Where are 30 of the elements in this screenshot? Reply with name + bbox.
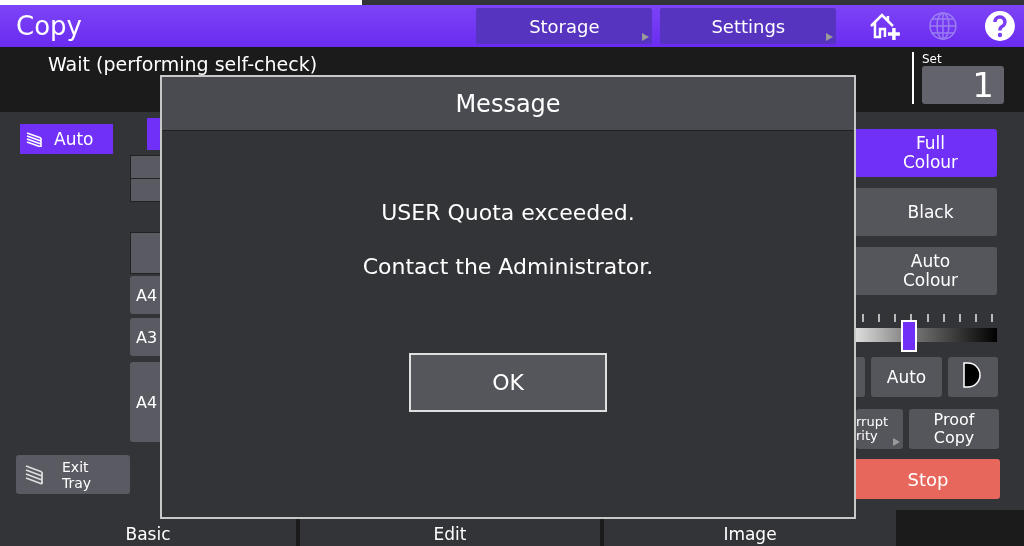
colour-mode-button[interactable]: Full Colour xyxy=(856,129,997,177)
auto-density-button[interactable]: Auto xyxy=(871,357,942,397)
message-text: USER Quota exceeded. xyxy=(381,199,635,227)
slider-thumb[interactable] xyxy=(900,320,917,352)
colour-mode-button[interactable]: Auto Colour xyxy=(856,247,997,295)
triangle-icon xyxy=(893,438,900,446)
option-button[interactable] xyxy=(130,232,162,274)
half-moon-icon xyxy=(962,361,984,389)
paper-size-button[interactable]: A4 xyxy=(130,276,160,314)
option-button[interactable] xyxy=(130,178,162,202)
set-label: Set xyxy=(922,52,943,66)
status-message: Wait (performing self-check) xyxy=(48,53,318,77)
copy-count-field[interactable]: 1 xyxy=(922,66,1004,104)
interrupt-button[interactable]: rrupt rity xyxy=(856,409,903,449)
colour-mode-button[interactable]: Black xyxy=(856,188,997,236)
option-button[interactable] xyxy=(130,155,162,179)
auto-tray-button[interactable]: Auto xyxy=(20,124,113,154)
darker-button[interactable] xyxy=(948,357,998,397)
proof-copy-button[interactable]: Proof Copy xyxy=(909,409,999,449)
message-text: Contact the Administrator. xyxy=(362,253,654,281)
paper-size-button[interactable]: A3 xyxy=(130,318,160,356)
menu-button[interactable]: Settings xyxy=(660,8,837,44)
help-icon[interactable] xyxy=(984,10,1016,42)
menu-button[interactable]: Storage xyxy=(476,8,653,44)
dialog-title: Message xyxy=(455,89,561,118)
paper-size-button[interactable]: A4 xyxy=(130,362,160,442)
ok-button[interactable]: OK xyxy=(409,353,607,412)
home-plus-icon[interactable] xyxy=(868,11,903,41)
exit-tray-button[interactable]: Exit Tray xyxy=(16,455,130,494)
screen-title: Copy xyxy=(16,11,83,41)
